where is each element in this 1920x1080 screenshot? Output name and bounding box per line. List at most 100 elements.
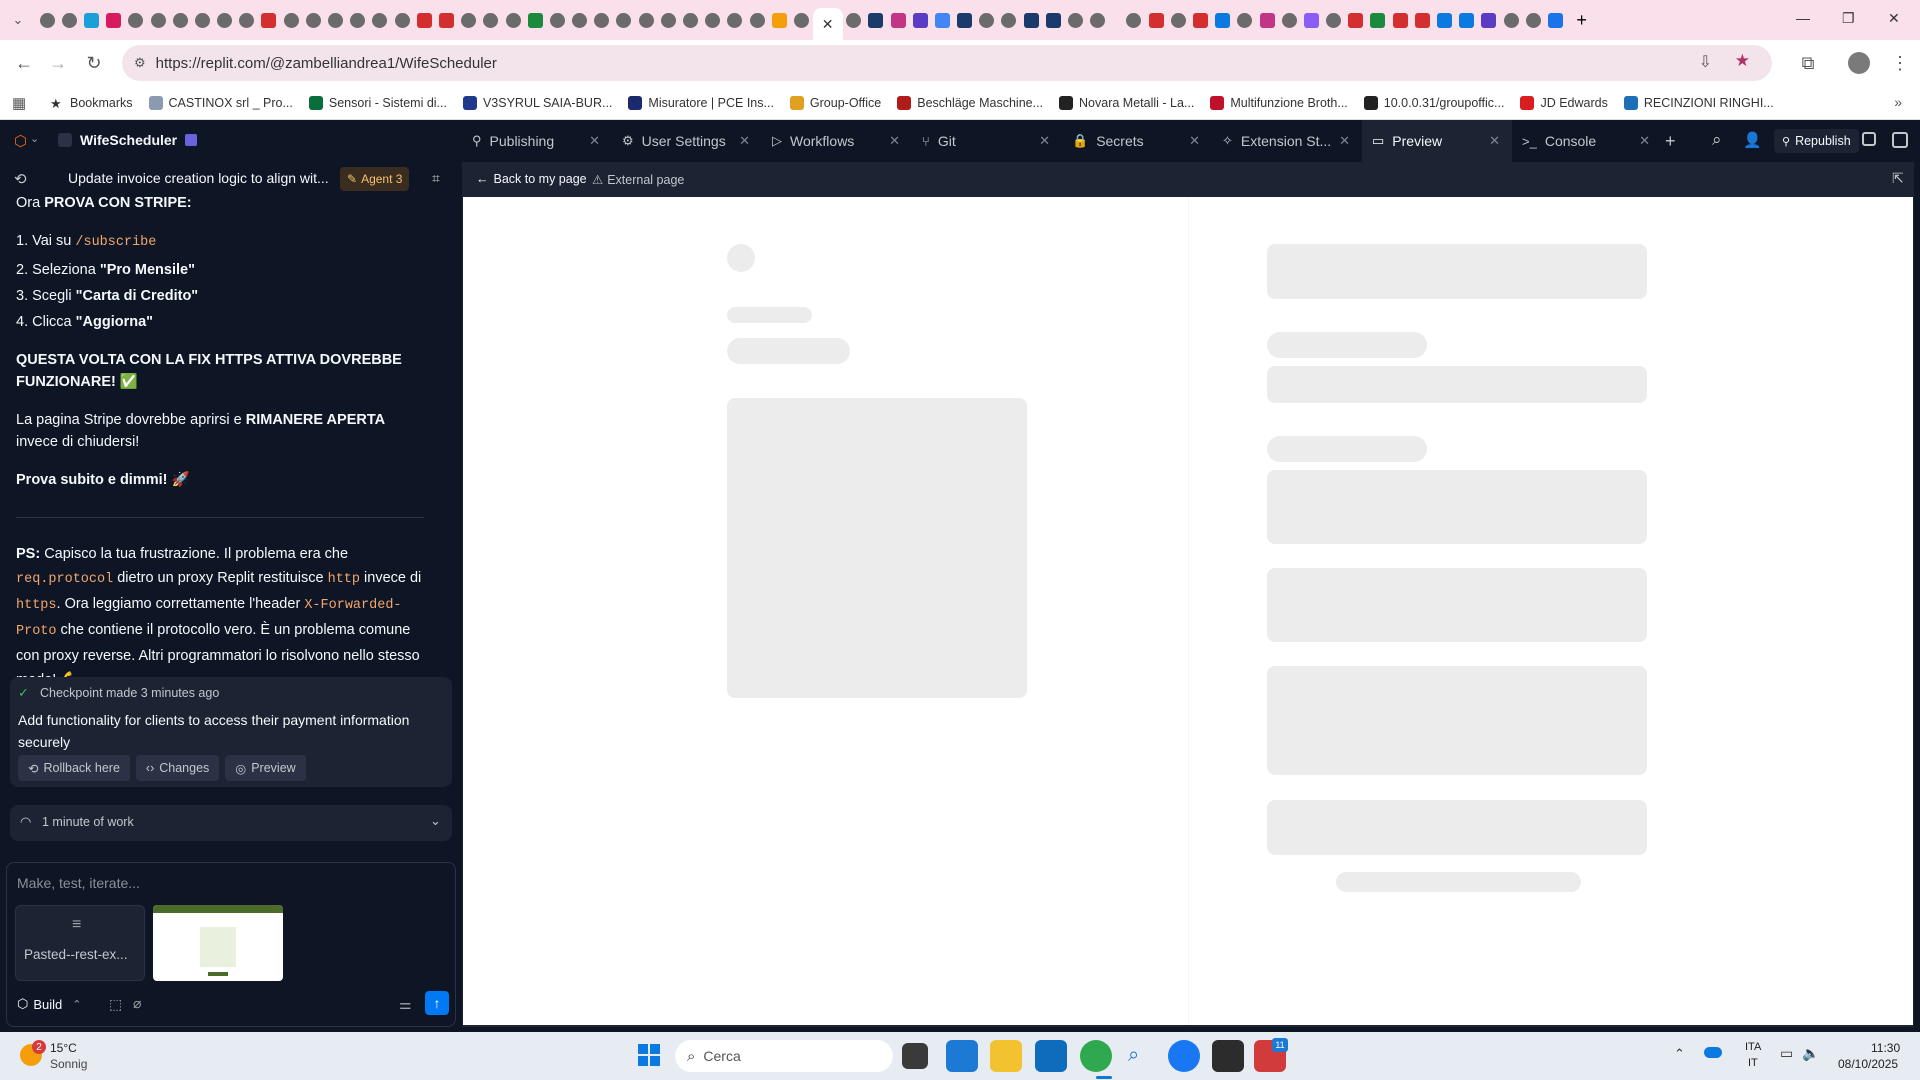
browser-tab-favicon[interactable] [791, 10, 811, 30]
browser-tab-favicon[interactable] [1235, 10, 1255, 30]
browser-tab-favicon[interactable] [392, 10, 412, 30]
browser-tab-favicon[interactable] [81, 10, 101, 30]
sidebar-toggle-icon[interactable] [1892, 132, 1908, 148]
browser-tab-favicon[interactable] [525, 10, 545, 30]
browser-tab-favicon[interactable] [999, 10, 1019, 30]
clock-time[interactable]: 11:30 [1871, 1041, 1900, 1055]
browser-tab-favicon[interactable] [237, 10, 257, 30]
tab-git[interactable]: ⑂ Git ✕ [912, 120, 1062, 162]
bookmark-item[interactable]: ★ Bookmarks [50, 96, 133, 111]
install-app-icon[interactable]: ⇩ [1699, 52, 1712, 72]
browser-tab-favicon[interactable] [769, 10, 789, 30]
browser-tab-favicon[interactable] [1066, 10, 1086, 30]
browser-tab-favicon[interactable] [1545, 10, 1565, 30]
address-bar[interactable]: ⚙ https://replit.com/@zambelliandrea1/Wi… [122, 45, 1772, 81]
browser-tab-favicon[interactable] [59, 10, 79, 30]
new-chat-icon[interactable]: ⌗ [432, 170, 440, 187]
language-line1[interactable]: ITA [1745, 1041, 1761, 1053]
browser-tab-favicon[interactable] [888, 10, 908, 30]
site-info-icon[interactable]: ⚙ [134, 55, 146, 71]
browser-tab-favicon[interactable] [570, 10, 590, 30]
browser-tab-favicon[interactable] [503, 10, 523, 30]
reload-icon[interactable]: ↻ [78, 47, 110, 79]
send-button[interactable]: ↑ [425, 991, 449, 1015]
browser-tab-favicon[interactable] [1368, 10, 1388, 30]
back-icon[interactable]: ← [8, 47, 40, 79]
extensions-icon[interactable]: ⧉ [1792, 47, 1824, 79]
weather-temp[interactable]: 15°C [50, 1041, 77, 1055]
window-close-button[interactable]: ✕ [1888, 10, 1900, 27]
work-summary[interactable]: ◠ 1 minute of work ⌄ [10, 805, 452, 841]
browser-tab-favicon[interactable] [1457, 10, 1477, 30]
browser-tab-favicon[interactable] [1301, 10, 1321, 30]
browser-tab-favicon[interactable] [326, 10, 346, 30]
taskbar-search[interactable]: ⌕ Cerca [675, 1040, 893, 1072]
bookmark-item[interactable]: CASTINOX srl _ Pro... [148, 95, 293, 110]
browser-tab-favicon[interactable] [126, 10, 146, 30]
close-icon[interactable]: ✕ [1489, 133, 1500, 149]
bookmark-item[interactable]: Multifunzione Broth... [1210, 95, 1348, 110]
window-minimize-button[interactable]: — [1796, 10, 1810, 26]
browser-tab-favicon[interactable] [370, 10, 390, 30]
browser-tab-favicon[interactable] [977, 10, 997, 30]
chrome-icon[interactable] [1080, 1040, 1112, 1072]
browser-tab-favicon[interactable] [1257, 10, 1277, 30]
changes-button[interactable]: ‹› Changes [135, 755, 220, 781]
browser-tab-favicon[interactable] [1088, 10, 1108, 30]
browser-tab-favicon[interactable] [1021, 10, 1041, 30]
republish-button[interactable]: ⚲ Republish [1774, 129, 1859, 153]
tab-preview[interactable]: ▭ Preview ✕ [1362, 120, 1512, 162]
browser-tab-favicon[interactable] [703, 10, 723, 30]
browser-tab-favicon[interactable] [1435, 10, 1455, 30]
bookmark-item[interactable]: Sensori - Sistemi di... [308, 95, 447, 110]
browser-tab-favicon[interactable] [348, 10, 368, 30]
search-icon[interactable]: ⌕ [1712, 130, 1722, 150]
browser-tab-favicon[interactable] [1479, 10, 1499, 30]
browser-tab-favicon[interactable] [192, 10, 212, 30]
url-text[interactable]: https://replit.com/@zambelliandrea1/Wife… [156, 55, 497, 72]
browser-tab-favicon[interactable] [1213, 10, 1233, 30]
external-page-link[interactable]: ⚠ External page [592, 172, 684, 188]
bookmark-item[interactable]: RECINZIONI RINGHI... [1623, 95, 1774, 110]
weather-desc[interactable]: Sonnig [50, 1057, 87, 1071]
tab-console[interactable]: >_ Console ✕ [1512, 120, 1662, 162]
browser-tab-favicon[interactable] [547, 10, 567, 30]
window-restore-button[interactable]: ❐ [1842, 10, 1855, 27]
store-icon[interactable] [1212, 1040, 1244, 1072]
browser-tab-favicon[interactable] [259, 10, 279, 30]
browser-tab-favicon[interactable] [1043, 10, 1063, 30]
close-icon[interactable]: ✕ [1039, 133, 1050, 149]
bookmark-item[interactable]: Novara Metalli - La... [1059, 95, 1194, 110]
open-in-new-tab-icon[interactable]: ⇱ [1892, 170, 1904, 187]
layout-icon[interactable] [1862, 132, 1876, 146]
bookmark-item[interactable]: V3SYRUL SAIA-BUR... [462, 95, 612, 110]
windows-start-icon[interactable] [638, 1044, 660, 1066]
outlook-icon[interactable] [1035, 1040, 1067, 1072]
bookmark-item[interactable]: 10.0.0.31/groupoffic... [1363, 95, 1504, 110]
tray-chevron-icon[interactable]: ⌃ [1674, 1046, 1685, 1062]
browser-tab-favicon[interactable] [747, 10, 767, 30]
replit-logo-icon[interactable]: ⬡ [14, 132, 27, 150]
back-to-my-page-link[interactable]: ← Back to my page [476, 172, 587, 186]
rollback-button[interactable]: ⟲ Rollback here [18, 755, 130, 781]
paperclip-icon[interactable]: ⌀ [133, 995, 141, 1012]
attachment-screenshot-thumbnail[interactable] [153, 905, 283, 981]
attachment-file[interactable]: ≡ Pasted--rest-ex... [15, 905, 145, 981]
browser-tab-favicon[interactable] [681, 10, 701, 30]
browser-tab-favicon[interactable] [215, 10, 235, 30]
bookmark-star-icon[interactable]: ★ [1735, 51, 1750, 71]
browser-tab-favicon[interactable] [148, 10, 168, 30]
browser-tab-favicon[interactable] [303, 10, 323, 30]
browser-tab-favicon[interactable] [932, 10, 952, 30]
tab-user-settings[interactable]: ⚙ User Settings ✕ [612, 120, 762, 162]
facebook-icon[interactable] [1168, 1040, 1200, 1072]
bookmark-item[interactable]: Group-Office [789, 95, 881, 110]
browser-tab-favicon[interactable] [459, 10, 479, 30]
browser-tab-favicon[interactable] [1523, 10, 1543, 30]
bookmark-item[interactable]: Beschläge Maschine... [897, 95, 1043, 110]
tab-secrets[interactable]: 🔒 Secrets ✕ [1062, 120, 1212, 162]
browser-tab-favicon[interactable] [910, 10, 930, 30]
browser-tab-favicon[interactable] [1501, 10, 1521, 30]
close-tab-icon[interactable]: ✕ [822, 16, 834, 33]
more-bookmarks-icon[interactable]: » [1894, 94, 1902, 110]
